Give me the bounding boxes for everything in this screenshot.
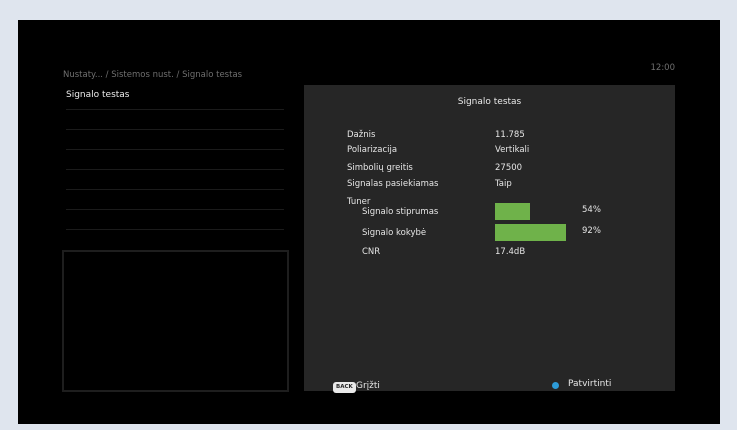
signal-available-label: Signalas pasiekiamas (347, 179, 439, 189)
sidebar-item-label: Signalo testas (66, 90, 130, 100)
sidebar-item-empty (66, 189, 284, 210)
polarization-value: Vertikali (495, 145, 530, 155)
signal-quality-percent: 92% (582, 226, 601, 236)
sidebar-item-empty (66, 209, 284, 230)
signal-strength-percent: 54% (582, 205, 601, 215)
sidebar-item-empty (66, 109, 284, 130)
frequency-value: 11.785 (495, 130, 525, 140)
video-preview (62, 250, 289, 392)
sidebar-item-empty (66, 149, 284, 170)
signal-strength-bar-fill (495, 203, 530, 220)
back-button-icon[interactable]: BACK (333, 382, 356, 393)
confirm-button-label[interactable]: Patvirtinti (568, 379, 611, 389)
signal-quality-label: Signalo kokybė (362, 228, 427, 238)
cnr-label: CNR (362, 247, 381, 257)
back-button-label[interactable]: Grįžti (356, 381, 380, 391)
panel-title: Signalo testas (457, 97, 522, 107)
sidebar-item-empty (66, 169, 284, 190)
signal-test-panel: Signalo testas Dažnis 11.785 Poliarizaci… (304, 85, 675, 393)
symbol-rate-value: 27500 (495, 163, 523, 173)
polarization-label: Poliarizacija (347, 145, 398, 155)
sidebar-item-empty (66, 129, 284, 150)
blue-dot-icon[interactable] (552, 382, 559, 389)
tuner-heading: Tuner (347, 197, 371, 207)
tv-screen: Nustaty... / Sistemos nust. / Signalo te… (18, 20, 720, 424)
sidebar-item-signal-test[interactable]: Signalo testas (66, 89, 284, 110)
breadcrumb: Nustaty... / Sistemos nust. / Signalo te… (63, 70, 243, 80)
signal-available-value: Taip (495, 179, 512, 189)
signal-quality-bar-fill (495, 224, 566, 241)
clock: 12:00 (650, 63, 676, 73)
signal-quality-bar (495, 224, 572, 241)
signal-strength-label: Signalo stiprumas (362, 207, 439, 217)
signal-strength-bar (495, 203, 572, 220)
symbol-rate-label: Simbolių greitis (347, 163, 413, 173)
cnr-value: 17.4dB (495, 247, 526, 257)
frequency-label: Dažnis (347, 130, 376, 140)
